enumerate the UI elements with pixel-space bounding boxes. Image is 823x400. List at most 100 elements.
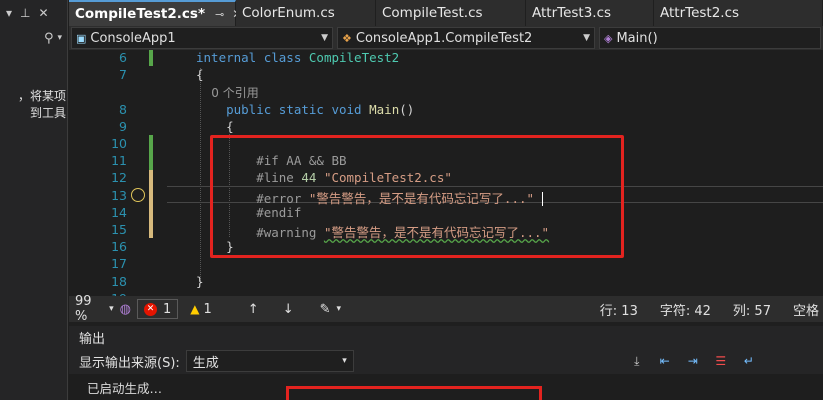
prev-message-icon[interactable]: ⇤ [654, 351, 676, 371]
code-token: Main [369, 101, 400, 117]
line-number: 8 [119, 101, 127, 117]
code-token: { [196, 118, 234, 134]
code-line[interactable]: 17 [69, 256, 823, 273]
code-editor[interactable]: 6 internal class CompileTest2 7{ 0 个引用 8 pu… [69, 50, 823, 296]
solution-explorer-panel: ▾ ⊥ ✕ ⚲ ▾ ，将某项 到工具 [0, 0, 68, 400]
code-token: CompileTest2 [308, 50, 400, 65]
source-label: 显示输出来源(S): [79, 355, 180, 371]
navigation-bar: ▣ ConsoleApp1 ▼ ❖ ConsoleApp1.CompileTes… [69, 26, 823, 50]
warning-count-button[interactable]: ▲ 1 [190, 302, 212, 317]
arrow-up-icon[interactable]: ↑ [248, 302, 259, 317]
line-number: 9 [119, 118, 127, 134]
tab-attrtest3[interactable]: AttrTest3.cs [526, 0, 654, 26]
line-number: 11 [111, 153, 127, 169]
tab-label: CompileTest2.cs* [75, 6, 206, 22]
chevron-down-icon: ▾ [109, 304, 114, 314]
close-icon[interactable]: ✕ [38, 6, 48, 20]
line-number: 7 [119, 67, 127, 83]
tab-compiletest[interactable]: CompileTest.cs [376, 0, 526, 26]
panel-description: ，将某项 到工具 [17, 89, 66, 120]
member-dropdown[interactable]: ◈ Main() [599, 27, 821, 49]
class-icon: ❖ [342, 31, 352, 45]
code-text: } [196, 274, 204, 289]
code-text: { [196, 67, 204, 82]
chevron-down-icon[interactable]: ▾ [337, 304, 342, 314]
tab-label: ColorEnum.cs [242, 5, 335, 21]
code-token: } [196, 273, 204, 289]
annotation-highlight-box [286, 386, 542, 400]
annotation-highlight-box [210, 135, 624, 258]
line-number: 17 [111, 256, 127, 272]
line-number: 10 [111, 136, 127, 151]
panel-header-icons: ▾ ⊥ ✕ [0, 0, 67, 26]
arrow-down-icon[interactable]: ↓ [283, 302, 294, 317]
code-token: public [196, 101, 279, 117]
line-number: 15 [111, 222, 127, 237]
word-wrap-icon[interactable]: ↵ [738, 351, 760, 371]
code-line[interactable]: 9 { [69, 119, 823, 136]
code-token: void [331, 101, 370, 117]
code-token: { [196, 67, 204, 83]
search-icon[interactable]: ⚲ [44, 31, 54, 46]
project-name: ConsoleApp1 [90, 30, 176, 46]
zoom-level: 99 % [75, 294, 92, 324]
project-dropdown[interactable]: ▣ ConsoleApp1 ▼ [71, 27, 333, 49]
error-count-button[interactable]: ✕ 1 [137, 299, 179, 319]
output-toolbar: 显示输出来源(S): 生成 ▾ ⤓ ⇤ ⇥ ☰ ↵ [69, 348, 823, 374]
dropdown-arrow-icon[interactable]: ▾ [6, 6, 12, 20]
code-token: () [399, 101, 415, 117]
editor-status-bar: 99 % ▾ ◍ ✕ 1 ▲ 1 ↑ ↓ ✎ ▾ 行: 13 字符: 42 列:… [69, 294, 823, 324]
method-icon: ◈ [604, 31, 613, 45]
zoom-control[interactable]: 99 % ▾ ◍ [69, 294, 131, 324]
error-icon: ✕ [144, 302, 157, 316]
code-line[interactable]: 0 个引用 [69, 84, 823, 101]
tab-colorenum[interactable]: ColorEnum.cs [236, 0, 376, 26]
panel-search[interactable]: ⚲ ▾ [0, 26, 68, 50]
chevron-down-icon: ▼ [321, 33, 328, 43]
code-text: 0 个引用 [196, 84, 259, 101]
warning-count: 1 [203, 301, 212, 317]
brush-icon[interactable]: ✎ [320, 302, 331, 317]
chevron-down-icon: ▾ [342, 356, 347, 366]
chevron-down-icon: ▼ [583, 33, 590, 43]
line-number: 13 [111, 187, 127, 203]
row-indicator: 行: 13 [599, 303, 638, 319]
document-tabs: CompileTest2.cs* ⊸ ✕ ColorEnum.cs Compil… [69, 0, 823, 26]
tab-compiletest2[interactable]: CompileTest2.cs* ⊸ ✕ [69, 0, 242, 26]
char-indicator: 字符: 42 [659, 303, 711, 319]
line-number: 18 [111, 273, 127, 289]
code-line[interactable]: 8 public static void Main() [69, 102, 823, 119]
find-message-icon[interactable]: ⤓ [626, 351, 648, 371]
type-dropdown[interactable]: ❖ ConsoleApp1.CompileTest2 ▼ [337, 27, 595, 49]
code-text: { [196, 119, 234, 134]
csharp-project-icon: ▣ [76, 31, 87, 45]
pin-icon[interactable]: ⊥ [20, 6, 30, 20]
source-value: 生成 [192, 355, 219, 371]
code-token: 0 个引用 [196, 86, 259, 101]
code-text: public static void Main() [196, 102, 414, 117]
line-number: 6 [119, 50, 127, 65]
clear-all-icon[interactable]: ☰ [710, 351, 732, 371]
whitespace-indicator[interactable]: 空格 [793, 300, 819, 319]
pin-icon[interactable]: ⊸ [215, 8, 224, 21]
line-number: 12 [111, 170, 127, 186]
code-text: internal class CompileTest2 [196, 50, 399, 65]
tab-label: AttrTest2.cs [660, 5, 740, 21]
tab-label: CompileTest.cs [382, 5, 483, 21]
type-name: ConsoleApp1.CompileTest2 [355, 30, 533, 46]
health-icon[interactable]: ◍ [120, 302, 131, 317]
code-line[interactable]: 18} [69, 274, 823, 291]
output-panel-title: 输出 [69, 326, 823, 348]
code-line[interactable]: 6 internal class CompileTest2 [69, 50, 823, 67]
code-token: static [278, 101, 332, 117]
warning-icon: ▲ [190, 302, 200, 316]
tab-attrtest2[interactable]: AttrTest2.cs [654, 0, 823, 26]
code-line[interactable]: 7{ [69, 67, 823, 84]
next-message-icon[interactable]: ⇥ [682, 351, 704, 371]
line-number: 14 [111, 204, 127, 220]
code-token: internal [196, 50, 264, 65]
output-source-select[interactable]: 生成 ▾ [185, 350, 354, 372]
chevron-down-icon[interactable]: ▾ [57, 33, 62, 43]
line-number: 16 [111, 239, 127, 255]
member-name: Main() [616, 30, 658, 46]
